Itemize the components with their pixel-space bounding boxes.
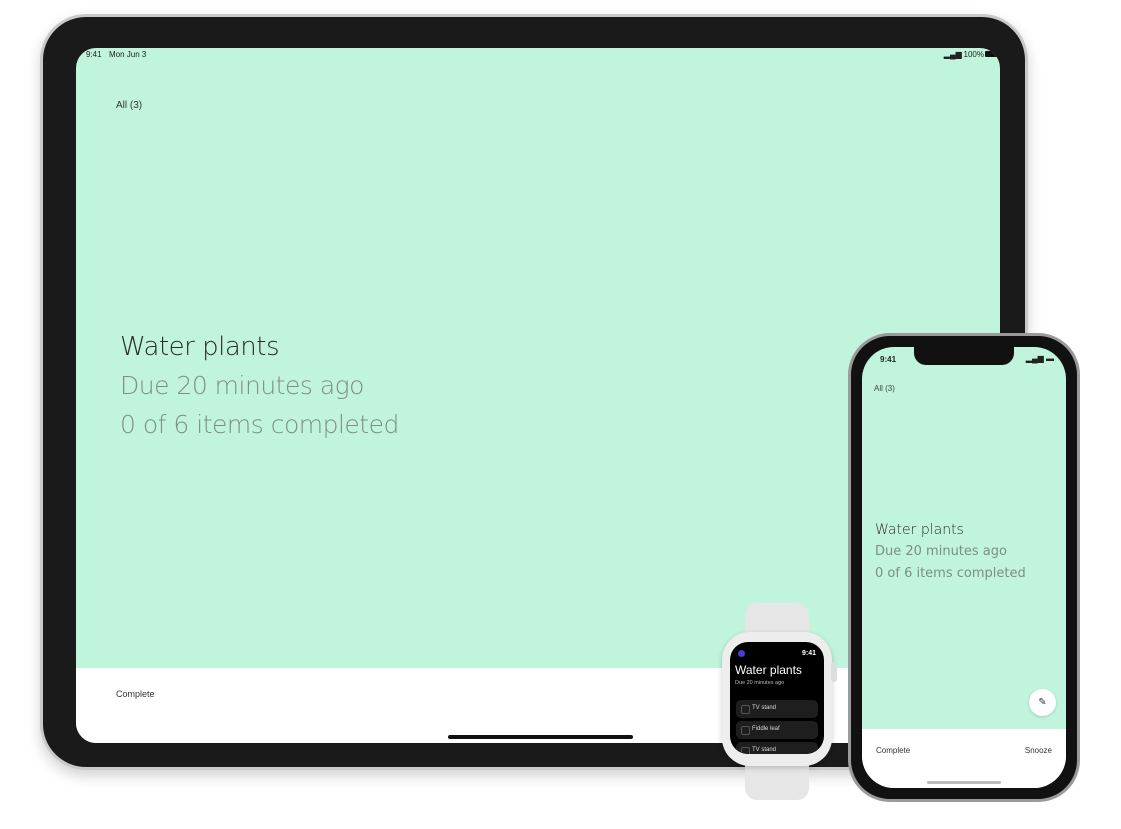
iphone-device: 9:41 ▂▄▆ ▬ All (3) Water plants Due 20 m… [848,333,1080,802]
watch-task-title: Water plants [735,663,802,677]
status-date: Mon Jun 3 [109,50,147,59]
complete-button[interactable]: Complete [116,689,155,699]
back-icon[interactable] [738,650,745,657]
watch-list-item[interactable]: TV stand [736,742,818,754]
task-progress: 0 of 6 items completed [120,410,399,439]
battery-percent: 100% [963,50,984,59]
complete-button[interactable]: Complete [876,746,910,755]
task-progress: 0 of 6 items completed [875,566,1026,581]
battery-icon [985,51,997,57]
snooze-button[interactable]: Snooze [1025,746,1052,755]
watch-time: 9:41 [801,650,816,657]
home-indicator [927,781,1001,784]
edit-icon[interactable]: ✎ [1029,689,1056,716]
filter-all[interactable]: All (3) [874,384,895,393]
status-time: 9:41 [880,355,897,364]
digital-crown[interactable] [831,662,837,682]
task-title: Water plants [875,522,964,538]
signal-wifi-icon: ▂▄▆ ︎ [943,50,964,59]
filter-all[interactable]: All (3) [116,100,142,111]
task-title: Water plants [120,332,280,362]
iphone-screen: 9:41 ▂▄▆ ▬ All (3) Water plants Due 20 m… [862,347,1066,788]
watch-screen: 9:41 Water plants Due 20 minutes ago TV … [730,642,824,754]
apple-watch: 9:41 Water plants Due 20 minutes ago TV … [722,632,837,766]
bottom-bar: Complete Snooze [862,729,1066,788]
task-due: Due 20 minutes ago [875,544,1007,559]
status-time: 9:41 [86,50,102,59]
watch-list-item[interactable]: Fiddle leaf [736,721,818,739]
watch-list-item[interactable]: TV stand [736,700,818,718]
watch-task-due: Due 20 minutes ago [735,680,785,686]
signal-wifi-battery-icon: ▂▄▆ ▬ [1025,354,1054,363]
home-indicator [448,735,633,739]
notch [914,347,1014,365]
task-due: Due 20 minutes ago [120,371,364,400]
